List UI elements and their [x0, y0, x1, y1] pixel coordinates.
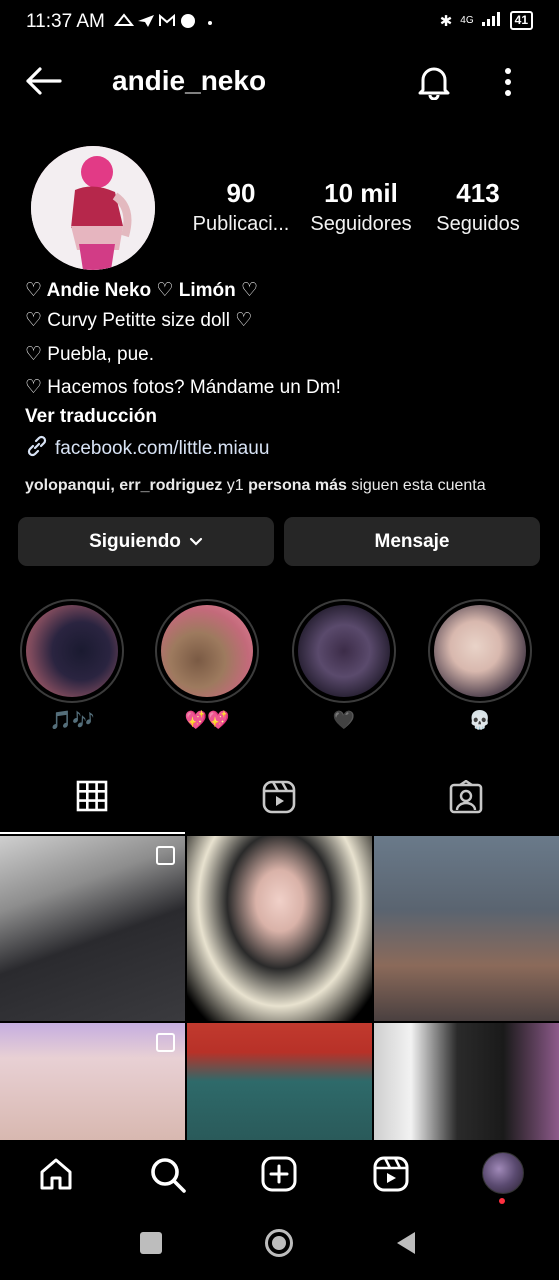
reels-icon[interactable] [373, 1156, 409, 1197]
profile-tabs [0, 766, 559, 836]
status-notification-icons [113, 11, 214, 36]
post-thumbnail[interactable] [374, 1023, 559, 1140]
back-triangle-icon[interactable] [395, 1230, 417, 1261]
battery-indicator: 41 [509, 11, 533, 30]
recent-apps-icon[interactable] [140, 1232, 162, 1254]
chevron-down-icon [189, 531, 203, 553]
story-highlight[interactable] [155, 599, 259, 703]
followed-by-more: persona más [248, 477, 347, 494]
profile-header: andie_neko [0, 52, 559, 112]
posts-count: 90 [226, 178, 256, 208]
bio-line: ♡ Puebla, pue. [25, 344, 155, 365]
message-button[interactable]: Mensaje [284, 517, 540, 566]
followers-count: 10 mil [324, 178, 398, 208]
grid-tab-icon[interactable] [76, 780, 108, 817]
post-thumbnail[interactable] [0, 1023, 185, 1140]
search-icon[interactable] [149, 1156, 187, 1199]
followed-by-note[interactable]: yolopanqui, err_rodriguez y1 persona más… [25, 477, 535, 495]
reels-tab-icon[interactable] [262, 780, 296, 819]
bio-line: ♡ Hacemos fotos? Mándame un Dm! [25, 377, 341, 398]
multiple-photos-icon [156, 846, 175, 865]
highlight-label: 💖💖 [184, 710, 230, 730]
signal-icon [481, 11, 502, 30]
profile-username: andie_neko [112, 65, 267, 96]
bluetooth-icon: ✱ [439, 12, 453, 30]
notification-bell-icon[interactable] [417, 64, 451, 105]
message-button-label: Mensaje [374, 530, 450, 552]
home-icon[interactable] [38, 1156, 74, 1197]
back-arrow-icon[interactable] [24, 66, 62, 101]
create-post-icon[interactable] [261, 1156, 297, 1197]
post-thumbnail[interactable] [0, 836, 185, 1021]
network-indicator: 4G [460, 15, 474, 26]
highlight-label: 🖤 [332, 710, 356, 730]
active-tab-indicator [0, 832, 185, 834]
following-button[interactable]: Siguiendo [18, 517, 274, 566]
status-right-icons: ✱ 4G 41 [440, 11, 533, 30]
story-highlight[interactable] [20, 599, 124, 703]
followed-by-tail: siguen esta cuenta [346, 477, 486, 494]
followers-stat[interactable]: 10 mil Seguidores [303, 178, 419, 240]
home-circle-icon[interactable] [264, 1228, 294, 1263]
bottom-navigation [0, 1140, 559, 1210]
highlight-label: 🎵🎶 [49, 710, 95, 730]
followed-by-users: yolopanqui, err_rodriguez [25, 477, 223, 494]
highlight-label: 💀 [468, 710, 492, 730]
profile-avatar[interactable] [31, 146, 155, 270]
post-thumbnail[interactable] [374, 836, 559, 1021]
status-bar: 11:37 AM ✱ 4G 41 [0, 0, 559, 44]
story-highlight[interactable] [292, 599, 396, 703]
bio-line-name: ♡ Andie Neko ♡ Limón ♡ [25, 280, 259, 301]
followers-label: Seguidores [310, 213, 412, 235]
multiple-photos-icon [156, 1033, 175, 1052]
following-button-label: Siguiendo [89, 530, 181, 552]
following-stat[interactable]: 413 Seguidos [428, 178, 528, 240]
post-thumbnail[interactable] [187, 1023, 372, 1140]
posts-stat[interactable]: 90 Publicaci... [188, 178, 294, 240]
external-link[interactable]: facebook.com/little.miauu [25, 434, 269, 464]
tagged-tab-icon[interactable] [449, 779, 483, 819]
system-navigation [0, 1212, 559, 1280]
post-thumbnail[interactable] [187, 836, 372, 1021]
following-count: 413 [456, 178, 500, 208]
link-icon [25, 434, 49, 464]
following-label: Seguidos [436, 213, 520, 235]
status-time: 11:37 AM [26, 11, 105, 32]
link-text: facebook.com/little.miauu [55, 438, 270, 459]
story-highlight[interactable] [428, 599, 532, 703]
followed-by-rest: y1 [222, 477, 249, 494]
translate-link[interactable]: Ver traducción [25, 406, 157, 428]
more-options-icon[interactable] [502, 66, 514, 103]
bio-line: ♡ Curvy Petitte size doll ♡ [25, 310, 253, 331]
notification-dot [499, 1198, 505, 1204]
posts-label: Publicaci... [192, 213, 290, 235]
profile-avatar-tab[interactable] [482, 1152, 524, 1194]
